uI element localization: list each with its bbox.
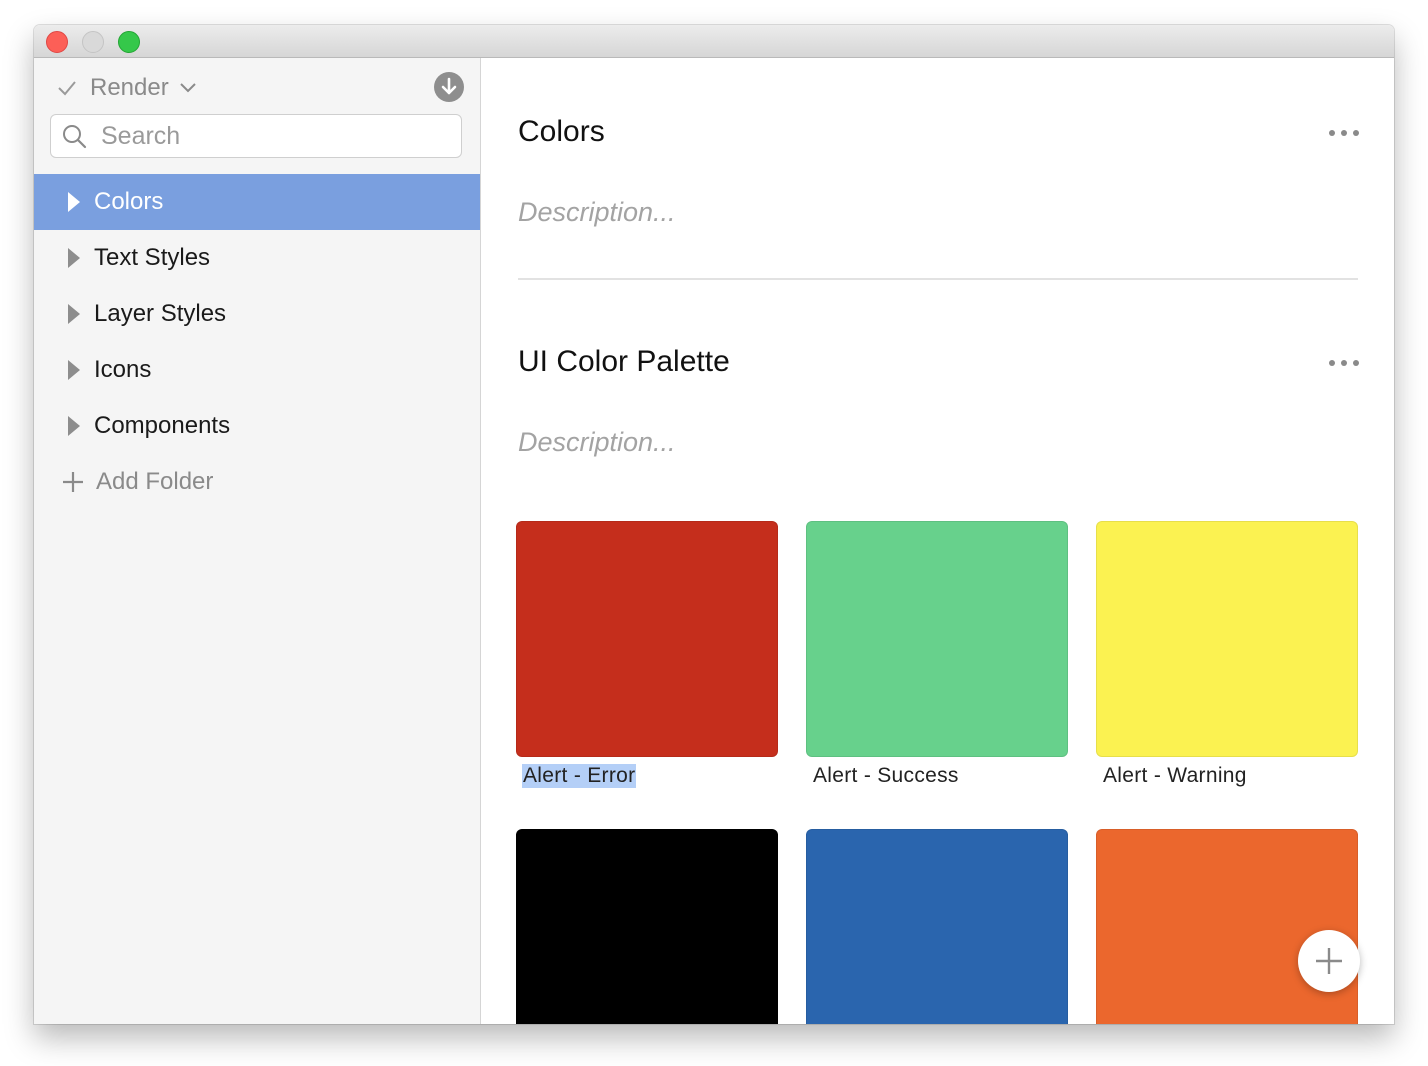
library-name: Render [90,74,169,101]
disclosure-triangle-icon[interactable] [66,247,82,269]
minimize-window-button[interactable] [82,31,104,53]
disclosure-triangle-icon[interactable] [66,415,82,437]
main-content: Colors Description... UI Color Palette D… [481,58,1394,1024]
description-field[interactable]: Description... [518,427,676,458]
search-field[interactable] [50,114,462,158]
sidebar-item-label: Components [94,412,231,439]
disclosure-triangle-icon[interactable] [66,191,82,213]
sidebar-item-icons[interactable]: Icons [34,342,480,398]
sidebar-item-label: Text Styles [94,244,211,271]
section-divider [518,278,1358,280]
color-swatch[interactable] [1096,521,1358,757]
description-field[interactable]: Description... [518,197,676,228]
sidebar-item-colors[interactable]: Colors [34,174,480,230]
plus-icon [1316,948,1342,974]
sidebar-item-label: Icons [94,356,152,383]
disclosure-triangle-icon[interactable] [66,359,82,381]
color-swatch[interactable] [806,521,1068,757]
sidebar-item-layer-styles[interactable]: Layer Styles [34,286,480,342]
add-color-button[interactable] [1298,930,1360,992]
sidebar-item-text-styles[interactable]: Text Styles [34,230,480,286]
sidebar-item-label: Layer Styles [94,300,227,327]
swatch-label[interactable]: Alert - Warning [1103,764,1247,788]
checkmark-icon [58,81,76,96]
maximize-window-button[interactable] [118,31,140,53]
color-swatch[interactable] [516,829,778,1024]
title-bar [34,25,1394,58]
library-selector[interactable]: Render [56,72,464,104]
add-folder-button[interactable]: Add Folder [34,454,480,510]
download-icon[interactable] [434,72,464,102]
sidebar: Render Colors [34,58,481,1024]
swatch-label[interactable]: Alert - Error [522,764,637,788]
disclosure-triangle-icon[interactable] [66,303,82,325]
sidebar-item-components[interactable]: Components [34,398,480,454]
more-options-icon[interactable] [1328,128,1360,138]
color-swatch[interactable] [806,829,1068,1024]
section-title: Colors [518,115,605,148]
app-window: Render Colors [34,25,1394,1024]
color-swatch[interactable] [516,521,778,757]
chevron-down-icon [180,83,196,93]
section-title: UI Color Palette [518,345,730,378]
swatch-label[interactable]: Alert - Success [813,764,959,788]
close-window-button[interactable] [46,31,68,53]
color-swatch[interactable] [1096,829,1358,1024]
search-icon [63,125,87,149]
more-options-icon[interactable] [1328,358,1360,368]
sidebar-item-label: Colors [94,188,164,215]
sidebar-nav: Colors Text Styles Layer Styles Icons Co… [34,174,480,510]
plus-icon [63,472,83,492]
add-folder-label: Add Folder [96,468,214,495]
search-input[interactable] [99,120,443,152]
